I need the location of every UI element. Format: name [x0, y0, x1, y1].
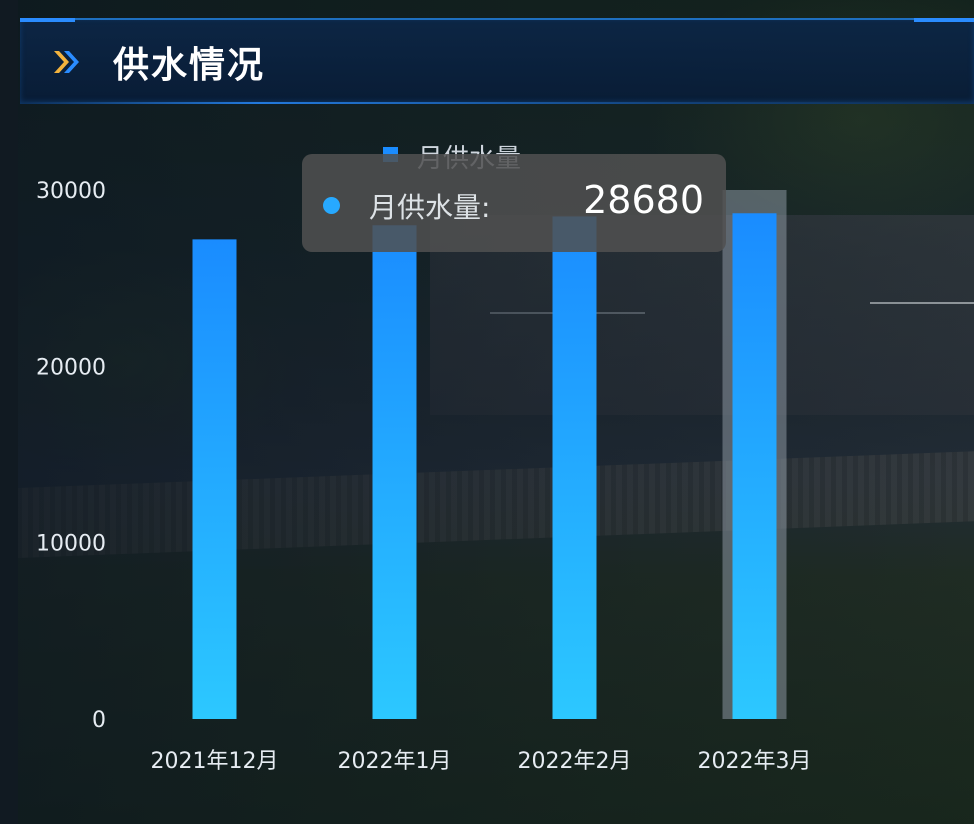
- y-tick-label: 10000: [36, 532, 106, 557]
- y-tick-label: 30000: [36, 179, 106, 204]
- x-tick-label: 2022年1月: [338, 749, 452, 774]
- x-tick-label: 2021年12月: [151, 749, 279, 774]
- y-tick-label: 0: [92, 708, 106, 733]
- bar-2[interactable]: [372, 225, 417, 719]
- x-tick-label: 2022年3月: [698, 749, 812, 774]
- y-tick-label: 20000: [36, 355, 106, 380]
- tooltip-value: 28680: [583, 178, 704, 222]
- bar-4[interactable]: [732, 213, 777, 719]
- water-supply-bar-chart: 月供水量 0100002000030000 2021年12月2022年1月202…: [36, 144, 812, 774]
- x-tick-label: 2022年2月: [518, 749, 632, 774]
- bar-1[interactable]: [192, 239, 237, 719]
- bar-3[interactable]: [552, 216, 597, 719]
- chart-tooltip: 月供水量: 28680: [302, 154, 726, 252]
- tooltip-series-dot: [323, 197, 340, 214]
- tooltip-label: 月供水量:: [369, 191, 491, 224]
- dashboard-panel: 供水情况 月供水量 0100002000030000 2021年12月2022年…: [0, 0, 974, 824]
